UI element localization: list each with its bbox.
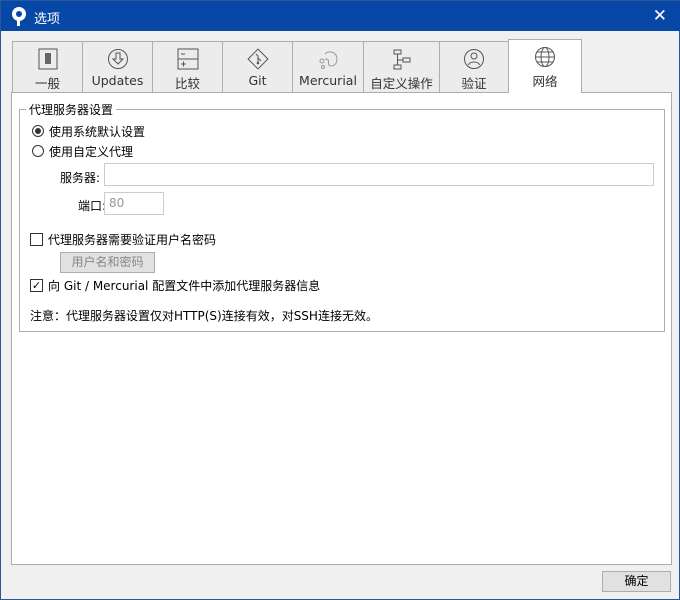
auth-checkbox[interactable] xyxy=(30,233,43,246)
tab-diff[interactable]: 比较 xyxy=(152,41,223,93)
flow-icon xyxy=(393,49,410,70)
git-icon xyxy=(246,48,269,70)
tab-label: 比较 xyxy=(174,76,200,91)
ok-button[interactable]: 确定 xyxy=(602,571,671,592)
add-to-config-checkbox[interactable]: ✓ xyxy=(30,279,43,292)
tab-label: Updates xyxy=(91,73,144,88)
user-circle-icon xyxy=(464,49,484,69)
network-panel: 代理服务器设置 使用系统默认设置 使用自定义代理 服务器: 端口: 80 代理服… xyxy=(11,92,672,565)
tab-custom-actions[interactable]: 自定义操作 xyxy=(363,41,440,93)
server-label: 服务器: xyxy=(60,171,101,185)
proxy-settings-group: 代理服务器设置 使用系统默认设置 使用自定义代理 服务器: 端口: 80 代理服… xyxy=(19,101,665,332)
tab-auth[interactable]: 验证 xyxy=(439,41,509,93)
app-logo-icon xyxy=(12,7,26,26)
proxy-note: 注意：代理服务器设置仅对HTTP(S)连接有效，对SSH连接无效。 xyxy=(30,309,378,323)
radio-custom-label: 使用自定义代理 xyxy=(49,145,134,159)
globe-icon xyxy=(535,47,555,67)
tab-label: Mercurial xyxy=(299,73,357,88)
tab-label: Git xyxy=(248,73,267,88)
server-input[interactable] xyxy=(104,163,654,186)
tab-updates[interactable]: Updates xyxy=(82,41,153,93)
tab-label: 自定义操作 xyxy=(370,76,433,91)
group-title: 代理服务器设置 xyxy=(26,101,117,118)
tab-network[interactable]: 网络 xyxy=(508,39,582,93)
radio-system-label: 使用系统默认设置 xyxy=(49,125,146,139)
tab-general[interactable]: 一般 xyxy=(12,41,83,93)
auth-checkbox-label: 代理服务器需要验证用户名密码 xyxy=(48,233,217,247)
add-to-config-label: 向 Git / Mercurial 配置文件中添加代理服务器信息 xyxy=(48,279,321,293)
mercurial-icon xyxy=(319,51,338,69)
radio-custom-proxy[interactable] xyxy=(32,145,44,157)
window-title: 选项 xyxy=(34,12,61,27)
tab-label: 网络 xyxy=(532,74,558,89)
port-label: 端口: xyxy=(78,199,107,213)
tab-mercurial[interactable]: Mercurial xyxy=(292,41,364,93)
close-icon[interactable]: ✕ xyxy=(653,6,667,26)
tab-label: 一般 xyxy=(34,76,60,91)
switch-icon xyxy=(38,48,57,70)
tab-label: 验证 xyxy=(461,76,487,91)
diff-icon xyxy=(177,48,198,70)
download-circle-icon xyxy=(107,49,128,69)
port-input[interactable]: 80 xyxy=(104,192,164,215)
title-bar: 选项 ✕ xyxy=(1,1,680,31)
tab-git[interactable]: Git xyxy=(222,41,293,93)
credentials-button[interactable]: 用户名和密码 xyxy=(60,252,155,273)
radio-system-default[interactable] xyxy=(32,125,44,137)
